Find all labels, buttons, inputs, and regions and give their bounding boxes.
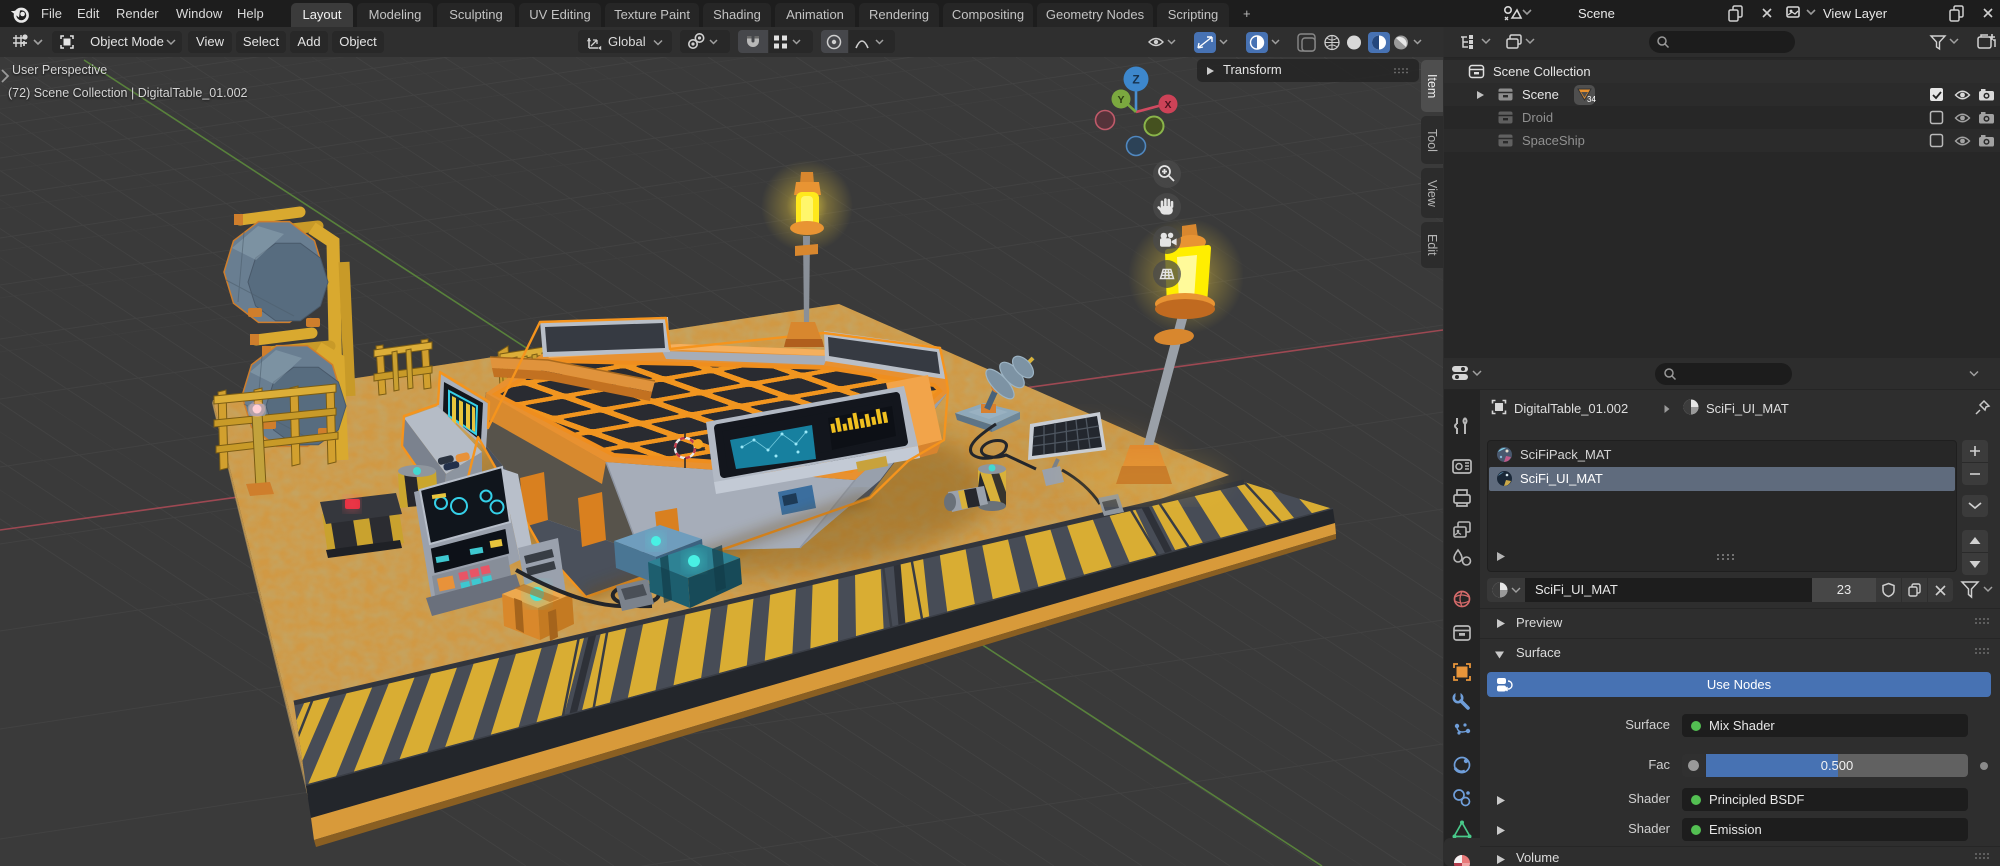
svg-text:X: X (1164, 99, 1171, 111)
svg-text:Z: Z (1132, 73, 1139, 87)
svg-text:Y: Y (1117, 94, 1124, 106)
svg-text:34: 34 (1587, 95, 1596, 104)
